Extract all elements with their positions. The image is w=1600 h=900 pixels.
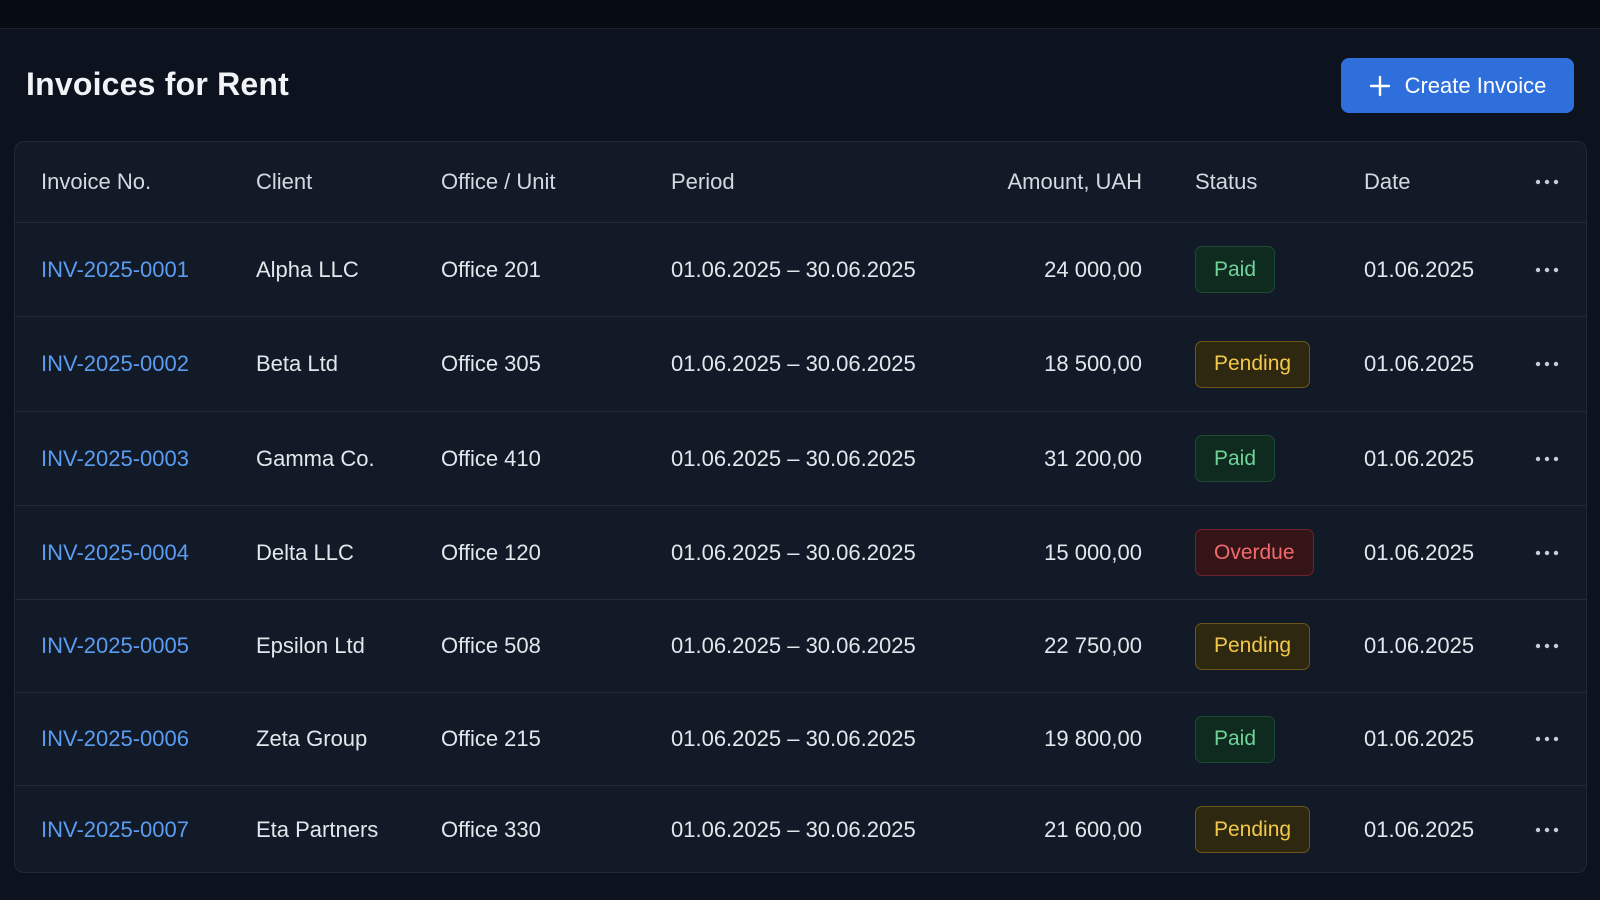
status-badge: Paid [1195, 246, 1276, 293]
status-badge: Pending [1195, 340, 1311, 388]
invoice-number-link[interactable]: INV-2025-0003 [41, 446, 189, 472]
client-name: Delta LLC [256, 539, 354, 565]
invoice-number-link[interactable]: INV-2025-0001 [41, 257, 189, 283]
more-horizontal-icon [1535, 361, 1559, 367]
header-date[interactable]: Date [1364, 142, 1410, 222]
row-actions-button[interactable] [1531, 786, 1563, 872]
amount: 19 800,00 [1044, 726, 1142, 751]
invoice-date: 01.06.2025 [1364, 445, 1475, 471]
client-name: Epsilon Ltd [256, 633, 365, 658]
status-badge: Overdue [1195, 529, 1314, 576]
row-actions-button[interactable] [1531, 223, 1563, 316]
create-invoice-button[interactable]: Create Invoice [1341, 58, 1574, 113]
client-name: Beta Ltd [256, 351, 338, 376]
table-row[interactable]: INV-2025-0007 Eta Partners Office 330 01.06… [15, 786, 1586, 872]
invoice-date: 01.06.2025 [1364, 726, 1475, 751]
table-row[interactable]: INV-2025-0001 Alpha LLC Office 201 01.06.20… [15, 223, 1586, 317]
office-unit: Office 305 [441, 351, 541, 376]
header-office[interactable]: Office / Unit [441, 142, 556, 222]
header-status[interactable]: Status [1195, 142, 1257, 222]
table-row[interactable]: INV-2025-0003 Gamma Co. Office 410 01.06.20… [15, 412, 1586, 506]
office-unit: Office 201 [441, 256, 541, 282]
invoice-date: 01.06.2025 [1364, 539, 1475, 565]
row-actions-button[interactable] [1531, 412, 1563, 505]
more-horizontal-icon [1535, 267, 1559, 272]
client-name: Eta Partners [256, 816, 379, 842]
office-unit: Office 215 [441, 726, 541, 751]
office-unit: Office 410 [441, 445, 541, 471]
more-horizontal-icon [1535, 827, 1559, 832]
header-client[interactable]: Client [256, 142, 312, 222]
amount: 15 000,00 [1044, 539, 1142, 565]
header-amount[interactable]: Amount, UAH [975, 142, 1143, 222]
billing-period: 01.06.2025 – 30.06.2025 [671, 256, 916, 282]
more-horizontal-icon [1535, 456, 1559, 461]
billing-period: 01.06.2025 – 30.06.2025 [671, 445, 916, 471]
row-actions-button[interactable] [1531, 506, 1563, 599]
more-horizontal-icon [1535, 736, 1559, 742]
table-row[interactable]: INV-2025-0005 Epsilon Ltd Office 508 01.06.… [15, 600, 1586, 693]
table-row[interactable]: INV-2025-0004 Delta LLC Office 120 01.06.20… [15, 506, 1586, 600]
header-period[interactable]: Period [671, 142, 735, 222]
client-name: Zeta Group [256, 726, 368, 751]
client-name: Alpha LLC [256, 256, 359, 282]
billing-period: 01.06.2025 – 30.06.2025 [671, 816, 916, 842]
page-title: Invoices for Rent [26, 66, 290, 102]
status-badge: Paid [1195, 715, 1276, 763]
billing-period: 01.06.2025 – 30.06.2025 [671, 351, 916, 376]
billing-period: 01.06.2025 – 30.06.2025 [671, 726, 916, 751]
table-row[interactable]: INV-2025-0002 Beta Ltd Office 305 01.06.202… [15, 317, 1586, 412]
row-actions-button[interactable] [1531, 317, 1563, 411]
more-horizontal-icon [1535, 550, 1559, 555]
amount: 31 200,00 [1044, 445, 1142, 471]
amount: 24 000,00 [1044, 256, 1142, 282]
status-badge: Pending [1195, 806, 1311, 853]
more-horizontal-icon [1535, 179, 1559, 185]
header-more-button[interactable] [1531, 142, 1563, 222]
invoice-date: 01.06.2025 [1364, 256, 1475, 282]
top-bar [0, 0, 1600, 29]
amount: 21 600,00 [1044, 816, 1142, 842]
invoice-date: 01.06.2025 [1364, 351, 1475, 376]
invoice-number-link[interactable]: INV-2025-0006 [41, 726, 189, 752]
invoice-number-link[interactable]: INV-2025-0002 [41, 351, 189, 377]
more-horizontal-icon [1535, 643, 1559, 649]
amount: 22 750,00 [1044, 633, 1142, 658]
billing-period: 01.06.2025 – 30.06.2025 [671, 633, 916, 658]
row-actions-button[interactable] [1531, 600, 1563, 692]
invoice-number-link[interactable]: INV-2025-0007 [41, 817, 189, 843]
office-unit: Office 508 [441, 633, 541, 658]
plus-icon [1369, 75, 1390, 96]
header-invoice-no[interactable]: Invoice No. [41, 142, 151, 222]
invoice-date: 01.06.2025 [1364, 816, 1475, 842]
status-badge: Pending [1195, 622, 1311, 670]
table-header-row: Invoice No. Client Office / Unit Period … [15, 142, 1586, 223]
row-actions-button[interactable] [1531, 693, 1563, 785]
invoice-number-link[interactable]: INV-2025-0004 [41, 540, 189, 566]
create-invoice-label: Create Invoice [1404, 72, 1547, 98]
office-unit: Office 120 [441, 539, 541, 565]
client-name: Gamma Co. [256, 445, 375, 471]
invoices-table: Invoice No. Client Office / Unit Period … [14, 141, 1587, 873]
table-row[interactable]: INV-2025-0006 Zeta Group Office 215 01.06.2… [15, 693, 1586, 786]
status-badge: Paid [1195, 435, 1276, 482]
amount: 18 500,00 [1044, 351, 1142, 376]
billing-period: 01.06.2025 – 30.06.2025 [671, 539, 916, 565]
invoice-date: 01.06.2025 [1364, 633, 1475, 658]
office-unit: Office 330 [441, 816, 541, 842]
invoice-number-link[interactable]: INV-2025-0005 [41, 633, 189, 659]
